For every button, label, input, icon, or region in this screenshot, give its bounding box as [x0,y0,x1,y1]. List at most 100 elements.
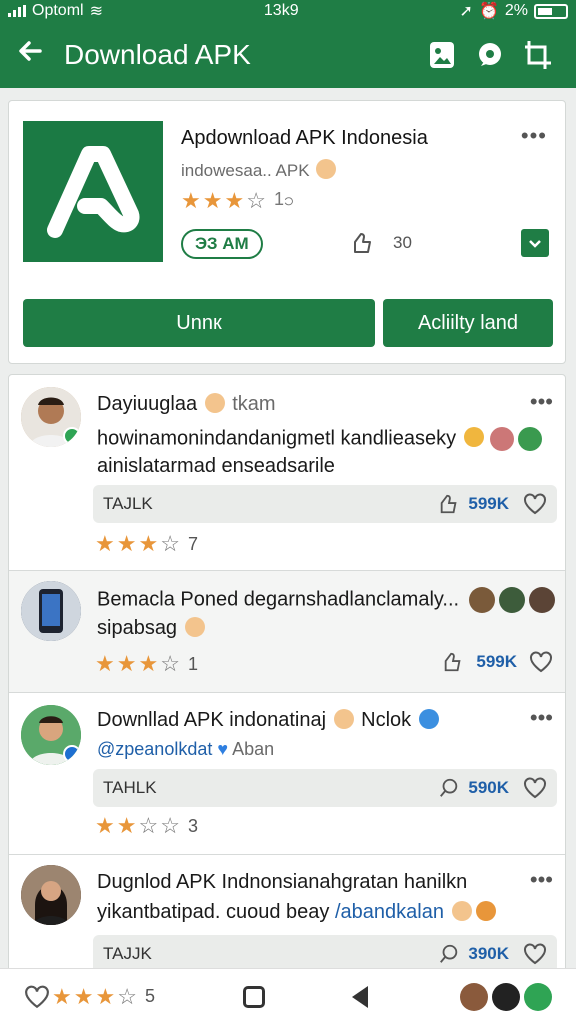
reviews-feed: Dayiuuglaa tkam ••• howinamonindandanigm… [8,374,566,1024]
status-bar: Optoml ≋ 13k9 ➚ ⏰ 2% [0,0,576,22]
post-author: Downllad APK indonatinaj Nclok [97,709,441,732]
chat-icon[interactable] [468,33,512,77]
battery-icon [533,3,568,19]
secondary-button[interactable]: Acliilty land [383,299,553,347]
battery-label: 2% [504,2,528,19]
star-icon: ★ [224,187,245,213]
post-rating: ★ ★ ★ ☆ 7 [95,531,198,557]
likes: 30 [351,231,412,255]
star-icon: ★ [116,813,137,838]
post-rating: ★ ★ ★ ☆ 5 [24,984,155,1010]
post-author: Duɡnlod APK Indnonsianahgratan hanilkn [97,871,468,893]
search-icon[interactable] [438,777,460,799]
avatar[interactable] [21,581,81,641]
star-icon: ★ [202,187,223,213]
list-item: Bemacla Poned degarnshadlanclamaly... si… [9,571,565,693]
star-icon: ★ [73,983,94,1009]
post-tag-row: TAHLK 590K [93,769,557,807]
status-time: 13k9 [263,2,299,19]
reaction-avatars [456,982,552,1011]
primary-button[interactable]: Unnк [23,299,375,347]
star-empty-icon: ☆ [160,813,180,838]
rating-label: 7 [187,533,198,554]
search-icon[interactable] [438,943,460,965]
star-empty-icon: ☆ [160,531,180,556]
like-count: 599K [476,652,517,671]
star-icon: ★ [95,651,115,676]
bottom-bar: ★ ★ ★ ☆ 5 [0,968,576,1024]
list-item: Dayiuuglaa tkam ••• howinamonindandanigm… [9,375,565,571]
carrier-label: Optoml [32,2,84,19]
heart-icon[interactable] [523,777,547,799]
post-tag[interactable]: TAJJK [103,944,152,964]
crop-icon[interactable] [516,33,560,77]
post-handle: @zpeanolkdat ♥ Aban [97,739,275,759]
like-count: 599K [468,494,509,513]
star-empty-icon: ☆ [117,983,137,1009]
post-tag-row: TAJLK 599K [93,485,557,523]
heart-icon[interactable] [523,493,547,515]
back-arrow-icon[interactable] [16,37,50,73]
checkbox[interactable] [521,229,549,257]
emoji-icon [316,159,337,179]
list-item: Downllad APK indonatinaj Nclok ••• @zpea… [9,693,565,855]
image-icon[interactable] [420,33,464,77]
post-author: Bemacla Poned degarnshadlanclamaly... [97,587,555,613]
wifi-icon: ≋ [89,3,103,20]
star-icon: ★ [116,531,137,556]
nav-back-icon[interactable] [352,985,369,1008]
app-name: Apdownload APK Indonesia [181,127,428,149]
alarm-icon: ⏰ [478,3,499,20]
avatar[interactable] [21,387,81,447]
star-icon: ★ [138,531,159,556]
chevron-down-icon [529,240,541,248]
more-icon[interactable]: ••• [530,389,553,415]
post-text: sipabsag [97,617,207,640]
post-rating: ★ ★ ☆ ☆ 3 [95,813,198,839]
more-icon[interactable]: ••• [530,705,553,731]
app-developer: indowesaa.. APK [181,159,338,181]
app-card: Apdownload APK Indonesia indowesaa.. APK… [8,100,566,364]
likes-count: 30 [393,233,412,252]
star-icon: ★ [138,651,159,676]
avatar[interactable] [21,705,81,765]
rating-count: 1၁ [273,189,295,209]
post-rating: ★ ★ ★ ☆ 1 [95,651,198,677]
star-empty-icon: ☆ [246,187,266,213]
star-icon: ★ [95,813,115,838]
star-icon: ★ [95,531,115,556]
like-icon[interactable] [442,651,464,673]
signal-icon [8,5,26,17]
post-text-2: ainislatarmad enseadsarile [97,455,335,477]
post-author: Dayiuuglaa tkam [97,393,276,415]
post-text: yikantbatipad. cuoud beay /abandkalan [97,901,498,924]
heart-icon[interactable] [529,651,553,673]
post-actions: 599K [442,651,553,673]
heart-icon[interactable] [523,943,547,965]
app-bar: Download APK [0,22,576,88]
star-empty-icon: ☆ [160,651,180,676]
more-icon[interactable]: ••• [530,867,553,893]
post-tag[interactable]: TAHLK [103,778,157,798]
star-icon: ★ [116,651,137,676]
heart-icon[interactable] [24,985,50,1009]
like-count: 590K [468,778,509,797]
location-icon: ➚ [459,3,473,20]
post-text: howinamonindandanigmetl kandlieaseky [97,427,542,451]
time-chip[interactable]: ЭЗ АМ [181,229,263,259]
app-rating: ★ ★ ★ ☆ 1၁ [181,187,294,214]
like-icon[interactable] [351,231,375,255]
avatar[interactable] [21,865,81,925]
more-icon[interactable]: ••• [521,123,547,149]
rating-label: 1 [187,653,198,674]
star-icon: ★ [95,983,116,1009]
like-icon[interactable] [438,493,460,515]
star-icon: ★ [52,983,72,1009]
app-logo-icon[interactable] [23,121,163,262]
post-tag[interactable]: TAJLK [103,494,153,514]
home-icon[interactable] [242,985,265,1008]
rating-label: 5 [144,986,155,1006]
star-empty-icon: ☆ [138,813,159,838]
page-title: Download APK [64,39,251,70]
star-icon: ★ [181,187,201,213]
